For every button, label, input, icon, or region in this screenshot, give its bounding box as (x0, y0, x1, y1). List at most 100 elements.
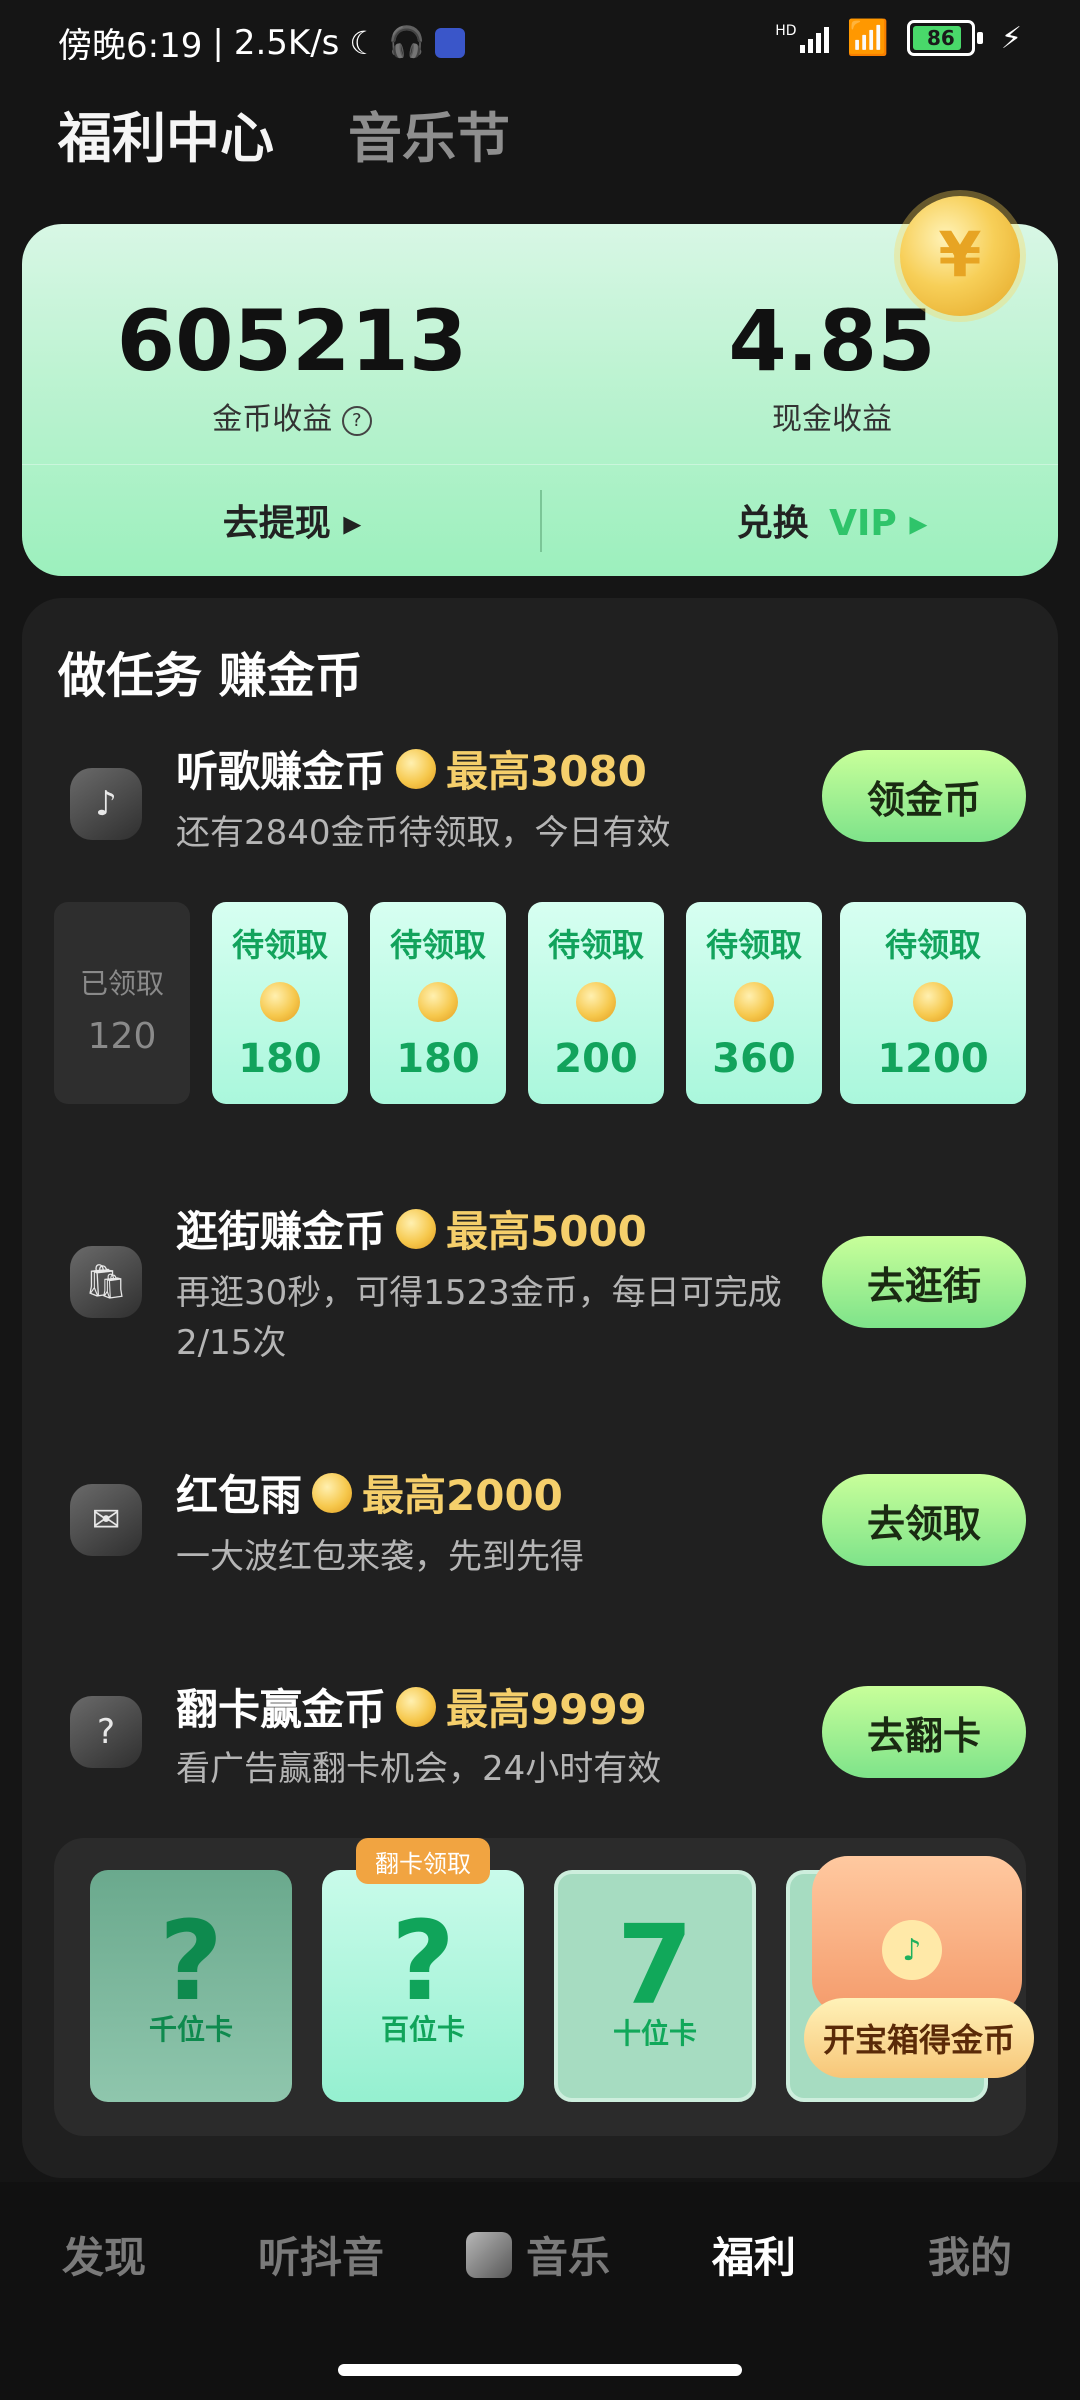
coin-icon (396, 748, 437, 789)
music-thumbnail-icon (466, 2231, 512, 2278)
tasks-title: 做任务 赚金币 (58, 648, 363, 704)
nav-me[interactable]: 我的 (928, 2224, 1012, 2285)
pending-label: 待领取 (705, 926, 802, 964)
tens-card[interactable]: 7 十位卡 (554, 1870, 756, 2102)
reward-pending-card[interactable]: 待领取 360 (686, 902, 822, 1104)
music-note-icon: ♪ (70, 768, 142, 840)
charging-icon: ⚡ (1000, 20, 1022, 56)
exchange-vip-button[interactable]: 兑换 VIP ▸ (632, 494, 1032, 546)
pending-value: 180 (238, 1036, 322, 1082)
nav-welfare[interactable]: 福利 (712, 2224, 796, 2285)
task-shop-title-row: 逛街赚金币 最高5000 (176, 1198, 647, 1259)
help-icon[interactable]: ? (341, 405, 372, 436)
headset-icon: 🎧 (388, 25, 426, 60)
coin-earnings-label: 金币收益 (212, 402, 333, 437)
music-lock-icon: ♪ (882, 1920, 942, 1980)
pending-value: 180 (396, 1036, 480, 1082)
coin-icon (260, 982, 300, 1022)
go-claim-button[interactable]: 去领取 (822, 1474, 1026, 1566)
coin-icon (418, 982, 458, 1022)
coin-icon (396, 1208, 437, 1249)
card-symbol: ? (391, 1897, 455, 2025)
nav-discover[interactable]: 发现 (62, 2224, 146, 2285)
task-shop-desc-line1: 再逛30秒，可得1523金币，每日可完成 (176, 1273, 782, 1313)
card-symbol: 7 (616, 1901, 694, 2029)
task-flip-title: 翻卡赢金币 (176, 1685, 387, 1734)
card-symbol: ? (159, 1897, 223, 2025)
reward-pending-card[interactable]: 待领取 180 (370, 902, 506, 1104)
red-packet-icon: ✉ (70, 1484, 142, 1556)
status-separator: | (212, 22, 224, 63)
battery-level: 86 (927, 26, 955, 50)
nav-listen-douyin[interactable]: 听抖音 (258, 2224, 384, 2285)
coin-earnings-label-row: 金币收益 ? (92, 394, 492, 438)
vip-label: VIP ▸ (829, 503, 928, 544)
task-redpacket-title: 红包雨 (176, 1471, 303, 1520)
task-listen-desc: 还有2840金币待领取，今日有效 (176, 813, 671, 853)
pending-label: 待领取 (389, 926, 486, 964)
pending-value: 200 (554, 1036, 638, 1082)
mystery-card-icon: ? (70, 1696, 142, 1768)
gold-coin-icon (900, 196, 1020, 316)
pending-value: 1200 (877, 1036, 989, 1082)
moon-icon: ☾ (349, 23, 379, 62)
pending-value: 360 (712, 1036, 796, 1082)
task-shop-title: 逛街赚金币 (176, 1207, 387, 1256)
task-flip-title-row: 翻卡赢金币 最高9999 (176, 1676, 647, 1737)
nav-music-label: 音乐 (526, 2233, 611, 2282)
task-redpacket-desc: 一大波红包来袭，先到先得 (176, 1537, 584, 1577)
claimed-value: 120 (87, 1016, 157, 1057)
card-divider (22, 464, 1058, 465)
home-indicator[interactable] (338, 2364, 742, 2376)
battery-icon: 86 (906, 20, 983, 56)
task-listen-title-row: 听歌赚金币 最高3080 (176, 738, 647, 799)
claim-coins-button[interactable]: 领金币 (822, 750, 1026, 842)
task-shop-desc-line2: 2/15次 (176, 1323, 287, 1363)
coin-stack-icon (913, 982, 953, 1022)
shopping-bag-icon: 🛍 (70, 1246, 142, 1318)
go-shopping-button[interactable]: 去逛街 (822, 1236, 1026, 1328)
cash-earnings-label: 现金收益 (772, 402, 892, 437)
reward-pending-card[interactable]: 待领取 1200 (840, 902, 1026, 1104)
pending-label: 待领取 (547, 926, 644, 964)
thousands-card[interactable]: ? 千位卡 (90, 1870, 292, 2102)
network-type: HD (775, 23, 797, 39)
reward-pending-card[interactable]: 待领取 200 (528, 902, 664, 1104)
withdraw-button[interactable]: 去提现 ▸ (92, 494, 492, 546)
card-label: 十位卡 (612, 2017, 697, 2050)
hundreds-card[interactable]: ? 百位卡 (322, 1870, 524, 2102)
task-listen-title: 听歌赚金币 (176, 747, 387, 796)
wifi-icon: 📶 (846, 18, 889, 58)
task-redpacket-title-row: 红包雨 最高2000 (176, 1462, 563, 1523)
coin-icon (734, 982, 774, 1022)
card-label: 千位卡 (148, 2013, 233, 2046)
app-notification-icon (435, 27, 466, 58)
open-chest-button[interactable]: 开宝箱得金币 (804, 1998, 1034, 2078)
status-bar-left: 傍晚6:19 | 2.5K/s ☾ 🎧 (58, 18, 466, 67)
coin-icon (396, 1686, 437, 1727)
pending-label: 待领取 (884, 926, 981, 964)
task-listen-max: 最高3080 (446, 747, 647, 796)
task-flip-desc: 看广告赢翻卡机会，24小时有效 (176, 1749, 662, 1789)
coin-icon (312, 1472, 353, 1513)
task-redpacket-max: 最高2000 (362, 1471, 563, 1520)
tab-welfare-center[interactable]: 福利中心 (58, 94, 274, 173)
reward-claimed-card: 已领取 120 (54, 902, 190, 1104)
status-net-speed: 2.5K/s (233, 22, 340, 63)
signal-icon: HD (775, 23, 829, 53)
status-time: 傍晚6:19 (58, 26, 203, 66)
flip-claim-badge: 翻卡领取 (356, 1838, 490, 1884)
coin-icon (576, 982, 616, 1022)
go-flip-button[interactable]: 去翻卡 (822, 1686, 1026, 1778)
card-label: 百位卡 (380, 2013, 465, 2046)
claimed-label: 已领取 (79, 967, 164, 1000)
exchange-label: 兑换 (736, 503, 809, 544)
task-flip-max: 最高9999 (446, 1685, 647, 1734)
reward-pending-card[interactable]: 待领取 180 (212, 902, 348, 1104)
coin-earnings-value: 605213 (116, 292, 468, 390)
tab-music-festival[interactable]: 音乐节 (348, 94, 510, 173)
action-separator (540, 490, 542, 552)
task-shop-max: 最高5000 (446, 1207, 647, 1256)
nav-music[interactable]: 音乐 (466, 2224, 610, 2285)
pending-label: 待领取 (231, 926, 328, 964)
